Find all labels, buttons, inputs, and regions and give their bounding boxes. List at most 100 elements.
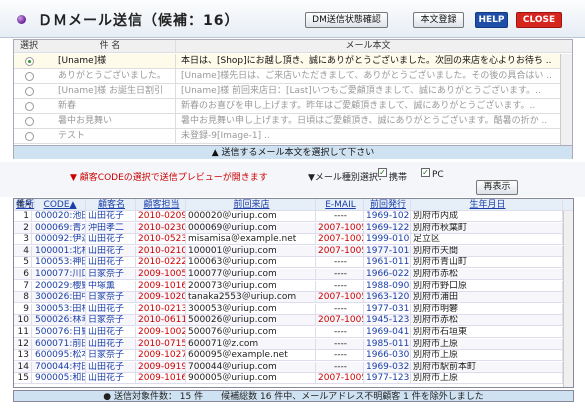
- mail-type-label: ▼メール種別選択：: [308, 173, 387, 183]
- bullet-icon: [17, 15, 26, 24]
- select-radio-cell[interactable]: [14, 84, 44, 98]
- select-radio-cell[interactable]: [14, 129, 44, 143]
- col-header[interactable]: 顧客担当: [136, 199, 186, 211]
- row-number: 2: [14, 222, 32, 234]
- last-visit: 900005＠uriup.com: [186, 373, 316, 385]
- last-issued: 1969-0410: [366, 327, 411, 338]
- email: 2007-1005: [318, 245, 364, 257]
- customer-code-link[interactable]: 000020:池田恵子: [33, 211, 86, 222]
- pc-checkbox[interactable]: ✓: [421, 168, 430, 177]
- customer-code-link[interactable]: 500076:日野太陽: [33, 327, 86, 338]
- table-row: 12600071:前田由香山田花子2010-0715600071＠z.com--…: [14, 338, 573, 350]
- message-row[interactable]: 新春 新春のお喜びを申し上げます。昨年はご愛顧頂きまして、誠にありがとうございます…: [14, 99, 572, 114]
- last-visit: tanaka2553＠uriup.com: [186, 292, 316, 304]
- customer-code-link[interactable]: 100077:川口晶子: [33, 269, 86, 280]
- select-radio[interactable]: [24, 72, 34, 81]
- col-header[interactable]: CODE▲: [33, 199, 86, 211]
- customer-table: 番号CODE▲顧客名顧客担当前回来店E-MAIL前回発行生年月日住所 10000…: [13, 198, 574, 388]
- customer-name: 山田花子: [86, 373, 136, 385]
- col-header[interactable]: 住所: [14, 199, 36, 211]
- message-scrollbar[interactable]: [560, 54, 572, 145]
- select-radio-cell[interactable]: [14, 69, 44, 83]
- message-row[interactable]: [Uname]様 本日は、[Shop]にお越し頂き、誠にありがとうございました。次…: [14, 54, 572, 69]
- select-radio[interactable]: [24, 117, 34, 126]
- select-radio[interactable]: [24, 57, 34, 66]
- customer-code-link[interactable]: 100001:北村光代: [33, 245, 86, 257]
- last-visit: 600071＠z.com: [186, 338, 316, 350]
- table-row: 11500076:日野太陽山田花子2009-1002500076＠uriup.c…: [14, 327, 573, 338]
- message-row[interactable]: ありがとうございました。 [Uname]様先日は、ご来店いただきまして、ありがとう…: [14, 69, 572, 84]
- last-visit: 100063＠uriup.com: [186, 257, 316, 269]
- mobile-checkbox[interactable]: ✓: [378, 168, 387, 177]
- table-row: 15900005:和田直子山田花子2009-1016900005＠uriup.c…: [14, 373, 573, 385]
- last-issued: 1969-1022: [366, 211, 411, 222]
- customer-code-link[interactable]: 700044:村田菜穂子: [33, 361, 86, 373]
- customer-code-link[interactable]: 900005:和田直子: [33, 373, 86, 385]
- email: ----: [316, 211, 364, 222]
- close-button[interactable]: CLOSE: [516, 12, 562, 28]
- last-visit: 000020＠uriup.com: [186, 211, 316, 222]
- body-register-button[interactable]: 本文登録: [413, 12, 464, 28]
- last-issued: 1988-0904: [366, 280, 411, 292]
- customer-code-link[interactable]: 600095:松本奈々恵: [33, 350, 86, 362]
- customer-name: 中塚薫: [86, 280, 136, 292]
- col-header[interactable]: 前回来店: [186, 199, 316, 211]
- last-issued: 1966-0308: [366, 350, 411, 362]
- customer-name: 山田花子: [86, 245, 136, 257]
- col-subject: 件 名: [99, 41, 121, 51]
- customer-name: 沖田孝二: [86, 222, 136, 234]
- message-row[interactable]: [Uname]様 お誕生日割引 [Uname]様 前回来店日：[Last]いつもご…: [14, 84, 572, 99]
- select-radio-cell[interactable]: [14, 114, 44, 128]
- customer-code-link[interactable]: 100053:神田共美: [33, 257, 86, 269]
- customer-code-link[interactable]: 300053:田村靜美: [33, 303, 86, 315]
- message-body: 本日は、[Shop]にお越し頂き、誠にありがとうございました。次回の来店を心より…: [175, 54, 560, 68]
- table-row: 9300053:田村靜美山田花子2010-0213300053＠uriup.co…: [14, 303, 573, 315]
- col-header[interactable]: 前回発行: [364, 199, 411, 211]
- col-body: メール本文: [175, 40, 560, 52]
- message-body: 新春のお喜びを申し上げます。昨年はご愛顧頂きまして、誠にありがとうございます。.…: [175, 99, 560, 113]
- select-radio-cell[interactable]: [14, 54, 44, 68]
- customer-name: 山田花子: [86, 257, 136, 269]
- message-template-table: 選択 件 名 メール本文 [Uname]様 本日は、[Shop]にお越し頂き、誠に…: [13, 39, 573, 159]
- select-radio[interactable]: [24, 87, 34, 96]
- dm-status-button[interactable]: DM送信状態確認: [305, 12, 388, 28]
- message-row[interactable]: テスト 未登録-9[Image-1] ..: [14, 129, 572, 144]
- last-visit: 500076＠uriup.com: [186, 327, 316, 338]
- select-radio[interactable]: [24, 132, 34, 141]
- staff-name: 2009-1016: [138, 280, 186, 292]
- birthday: 別府市明礬: [411, 303, 563, 315]
- customer-name: 山田花子: [86, 303, 136, 315]
- redisplay-button[interactable]: 再表示: [476, 180, 518, 195]
- last-visit: 100001＠uriup.com: [186, 245, 316, 257]
- email: ----: [316, 303, 364, 315]
- birthday: 別府市青山町: [411, 257, 563, 269]
- customer-code-link[interactable]: 600071:前田由香: [33, 338, 86, 350]
- last-visit: 700044＠uriup.com: [186, 361, 316, 373]
- col-header[interactable]: 生年月日: [411, 199, 563, 211]
- customer-code-link[interactable]: 000069:青木恵記: [33, 222, 86, 234]
- last-issued: 1945-1230: [366, 315, 411, 327]
- select-radio[interactable]: [24, 102, 34, 111]
- birthday: 別府市天間: [411, 245, 563, 257]
- select-radio-cell[interactable]: [14, 99, 44, 113]
- customer-name: 山田花子: [86, 211, 136, 222]
- email: 2007-1002: [318, 234, 364, 246]
- row-number: 6: [14, 269, 32, 280]
- message-body: 暑中お見舞い申し上げます。日頃はご愛顧頂き、誠にありがとうございます。酷暑の折か…: [175, 114, 560, 128]
- help-button[interactable]: HELP: [475, 12, 508, 28]
- customer-code-link[interactable]: 000092:伊達政宗: [33, 234, 86, 246]
- message-row[interactable]: 暑中お見舞い 暑中お見舞い申し上げます。日頃はご愛顧頂き、誠にありがとうございます…: [14, 114, 572, 129]
- row-number: 5: [14, 257, 32, 269]
- col-header[interactable]: E-MAIL: [316, 199, 364, 211]
- last-issued: 1961-0116: [366, 257, 411, 269]
- last-issued: 1966-0222: [366, 269, 411, 280]
- birthday: 足立区: [411, 234, 563, 246]
- customer-code-link[interactable]: 300026:田中里美子: [33, 292, 86, 304]
- staff-name: 2010-0210: [138, 245, 186, 257]
- customer-scrollbar[interactable]: [563, 211, 573, 387]
- col-header[interactable]: 顧客名: [86, 199, 136, 211]
- customer-code-link[interactable]: 200029:櫻野良恵: [33, 280, 86, 292]
- customer-code-link[interactable]: 500026:林幸子: [33, 315, 86, 327]
- email: ----: [316, 269, 364, 280]
- customer-name: 山田花子: [86, 327, 136, 338]
